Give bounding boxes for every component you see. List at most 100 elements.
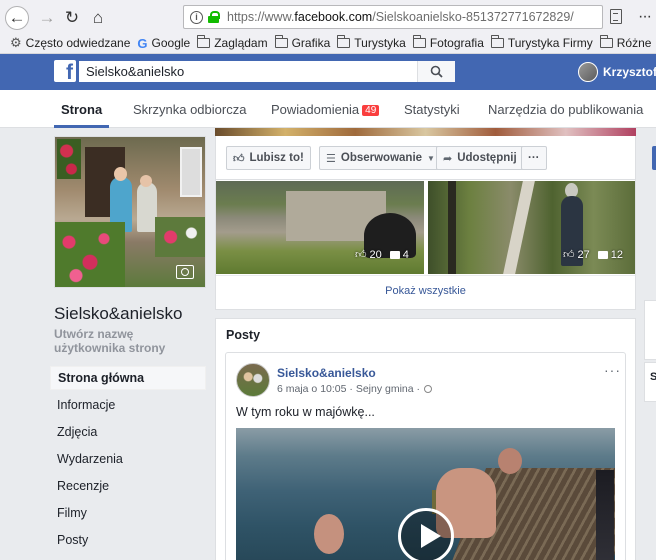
- gear-icon: ⚙: [10, 35, 22, 50]
- browser-toolbar: ← → ↻ ⌂ i https://www. facebook.com/Siels…: [0, 0, 656, 54]
- user-name: Krzysztof: [603, 65, 656, 79]
- reader-view-icon[interactable]: [610, 9, 622, 24]
- page-tabs: Strona Skrzynka odbiorcza Powiadomienia 4…: [0, 90, 656, 128]
- back-button[interactable]: ←: [5, 6, 29, 30]
- page-title: Sielsko&anielsko: [54, 304, 183, 323]
- tab-publishing-tools[interactable]: Narzędzia do publikowania: [488, 102, 643, 117]
- photo-detail: [155, 217, 205, 257]
- url-path: /Sielskoanielsko-851372771672829/: [372, 10, 574, 24]
- post-video[interactable]: [236, 428, 615, 560]
- bookmarks-bar: ⚙ Często odwiedzane G Google Zaglądam Graf…: [0, 33, 656, 53]
- globe-icon: [424, 385, 433, 393]
- page-action-bar: 👍︎ Lubisz to! ☰ Obserwowanie ▼ ➦ Udostępnij …: [215, 136, 636, 180]
- folder-icon: [599, 35, 613, 48]
- bookmark-folder[interactable]: Różne: [599, 35, 651, 50]
- bookmark-google[interactable]: G Google: [137, 36, 190, 51]
- home-button[interactable]: ⌂: [86, 6, 110, 30]
- divider: [216, 275, 635, 276]
- side-photo: [596, 470, 614, 560]
- play-icon[interactable]: [398, 508, 454, 560]
- browser-menu-icon[interactable]: ···: [638, 8, 652, 26]
- user-profile-link[interactable]: Krzysztof: [578, 62, 656, 82]
- photo-stats: 👍︎ 27 12: [563, 248, 623, 262]
- bookmark-folder[interactable]: Turystyka Firmy: [490, 35, 593, 50]
- folder-icon: [337, 35, 351, 48]
- reload-icon: ↻: [64, 8, 80, 27]
- tab-page[interactable]: Strona: [61, 102, 102, 117]
- thumbs-up-icon: 👍︎: [233, 152, 245, 165]
- show-all-link[interactable]: Pokaż wszystkie: [215, 285, 636, 297]
- sidebar-item-events[interactable]: Wydarzenia: [50, 447, 206, 471]
- url-prefix: https://www.: [227, 10, 295, 24]
- sidebar-item-reviews[interactable]: Recenzje: [50, 474, 206, 498]
- bookmark-folder[interactable]: Grafika: [274, 35, 330, 50]
- meta-separator: ·: [346, 383, 356, 395]
- tab-insights[interactable]: Statystyki: [404, 102, 460, 117]
- comment-icon: [597, 250, 608, 259]
- video-detail: [498, 448, 522, 474]
- info-icon[interactable]: i: [190, 10, 203, 24]
- folder-icon: [274, 35, 288, 48]
- facebook-logo-icon[interactable]: f: [54, 60, 76, 83]
- post-text: W tym roku w majówkę...: [236, 405, 375, 419]
- facebook-top-bar: f Sielsko&anielsko Krzysztof: [0, 54, 656, 90]
- forward-button[interactable]: →: [35, 6, 59, 30]
- bookmark-folder[interactable]: Fotografia: [412, 35, 484, 50]
- url-host: facebook.com: [294, 10, 373, 24]
- thumbs-up-icon: 👍︎: [355, 249, 367, 261]
- photo-detail: [114, 167, 127, 181]
- bookmark-folder[interactable]: Zaglądam: [197, 35, 268, 50]
- sidebar-item-photos[interactable]: Zdjęcia: [50, 420, 206, 444]
- post-date[interactable]: 6 maja o 10:05: [277, 383, 346, 395]
- search-input[interactable]: Sielsko&anielsko: [79, 61, 455, 82]
- search-icon: [430, 65, 443, 78]
- share-button[interactable]: ➦ Udostępnij: [436, 146, 524, 170]
- avatar: [578, 62, 598, 82]
- search-button[interactable]: [417, 61, 455, 82]
- right-edge-button[interactable]: [652, 146, 656, 170]
- lock-icon: [208, 11, 220, 23]
- sidebar-item-posts[interactable]: Posty: [50, 528, 206, 552]
- arrow-left-icon: ←: [8, 8, 26, 27]
- avatar[interactable]: [236, 363, 270, 397]
- more-actions-button[interactable]: ···: [521, 146, 547, 170]
- camera-icon[interactable]: [176, 265, 194, 279]
- follow-button[interactable]: ☰ Obserwowanie ▼: [319, 146, 442, 170]
- folder-icon: [197, 35, 211, 48]
- video-detail: [314, 514, 344, 554]
- post-options-icon[interactable]: ···: [604, 362, 621, 378]
- reload-button[interactable]: ↻: [60, 6, 84, 30]
- post-author-link[interactable]: Sielsko&anielsko: [277, 366, 376, 380]
- arrow-right-icon: →: [38, 8, 56, 27]
- photo-detail: [140, 175, 152, 187]
- photo-detail: [137, 182, 157, 232]
- rss-icon: ☰: [326, 152, 336, 165]
- photo-stats: 👍︎ 20 4: [355, 248, 409, 262]
- bookmark-most-visited[interactable]: ⚙ Często odwiedzane: [10, 35, 130, 51]
- right-column-card: [644, 300, 656, 360]
- posts-heading: Posty: [226, 328, 261, 342]
- photo-detail: [55, 222, 125, 287]
- thumbs-up-icon: 👍︎: [563, 249, 575, 261]
- post-meta: 6 maja o 10:05 · Sejny gmina ·: [277, 383, 433, 395]
- google-icon: G: [137, 35, 148, 51]
- sidebar-item-videos[interactable]: Filmy: [50, 501, 206, 525]
- sidebar-item-home[interactable]: Strona główna: [50, 366, 206, 390]
- photo-detail: [180, 147, 202, 197]
- post-location[interactable]: Sejny gmina: [356, 383, 414, 395]
- photo-detail: [503, 181, 535, 274]
- active-tab-indicator: [54, 125, 109, 128]
- tab-inbox[interactable]: Skrzynka odbiorcza: [133, 102, 246, 117]
- create-username-link[interactable]: Utwórz nazwę użytkownika strony: [54, 327, 204, 355]
- like-button[interactable]: 👍︎ Lubisz to!: [226, 146, 311, 170]
- url-bar[interactable]: i https://www. facebook.com/Sielskoaniels…: [183, 5, 603, 29]
- folder-icon: [412, 35, 426, 48]
- caret-down-icon: ▼: [427, 153, 435, 163]
- sidebar-item-info[interactable]: Informacje: [50, 393, 206, 417]
- right-column-card: S: [644, 362, 656, 402]
- meta-separator: ·: [413, 383, 421, 395]
- tab-notifications[interactable]: Powiadomienia 49: [271, 102, 380, 117]
- bookmark-folder[interactable]: Turystyka: [337, 35, 406, 50]
- cover-photo[interactable]: [215, 128, 636, 136]
- photo-detail: [57, 139, 81, 179]
